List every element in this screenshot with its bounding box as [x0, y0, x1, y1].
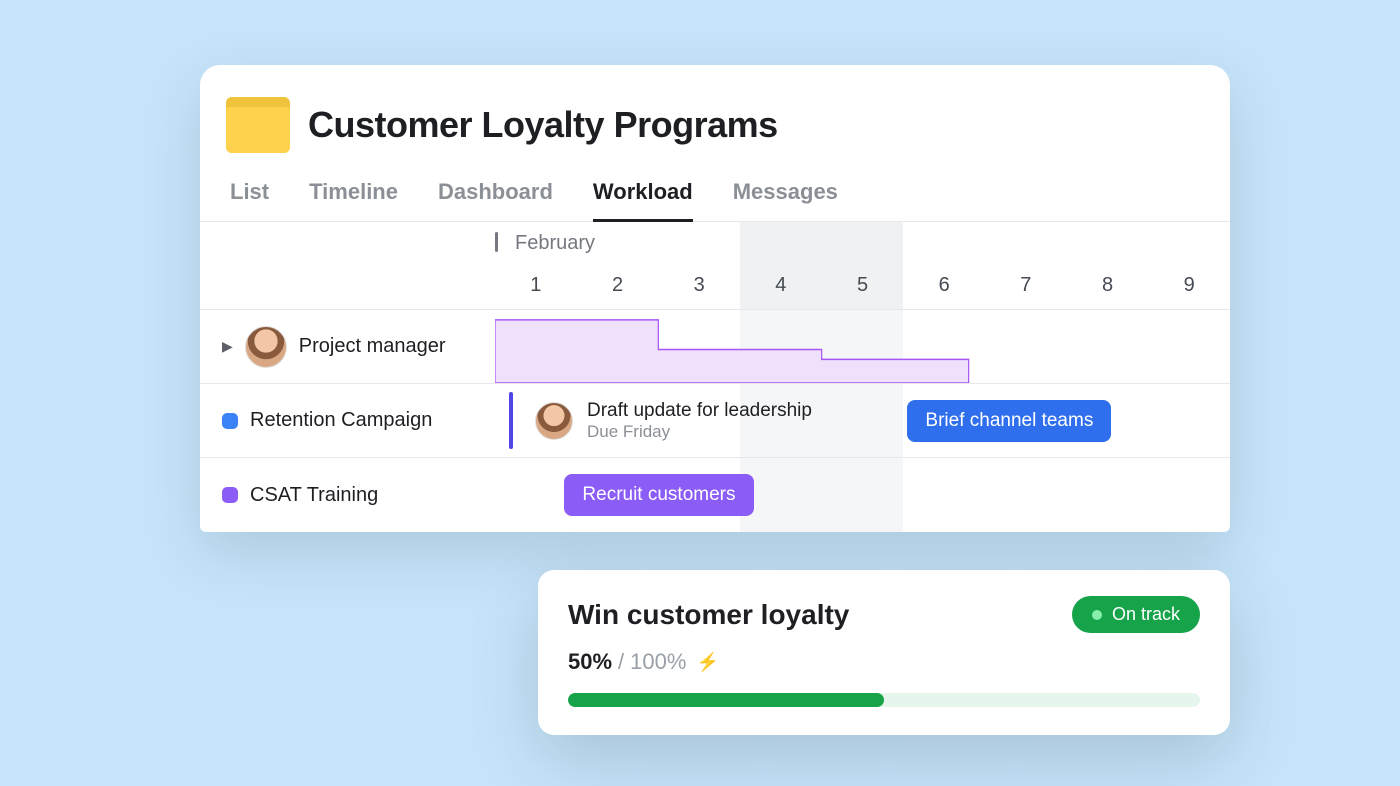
chevron-right-icon[interactable]: ▶ [222, 338, 233, 355]
task-due: Due Friday [587, 422, 812, 442]
status-text: On track [1112, 604, 1180, 625]
day-label: 2 [612, 274, 623, 297]
workload-card: Customer Loyalty Programs List Timeline … [200, 65, 1230, 532]
row-csat-training: CSAT Training Recruit customers [200, 458, 1230, 532]
project-color-dot [222, 487, 238, 503]
row-label-retention[interactable]: Retention Campaign [200, 384, 495, 457]
task-priority-bar [509, 392, 513, 449]
page-title: Customer Loyalty Programs [308, 104, 778, 146]
tab-list[interactable]: List [230, 173, 269, 221]
task-draft-update[interactable]: Draft update for leadership Due Friday [509, 392, 812, 449]
day-label: 1 [530, 274, 541, 297]
status-dot-icon [1092, 610, 1102, 620]
task-recruit-customers[interactable]: Recruit customers [564, 474, 753, 516]
month-tick [495, 232, 498, 252]
day-label: 5 [857, 274, 868, 297]
tab-messages[interactable]: Messages [733, 173, 838, 221]
avatar [245, 326, 287, 368]
task-brief-teams[interactable]: Brief channel teams [907, 400, 1111, 442]
view-tabs: List Timeline Dashboard Workload Message… [200, 173, 1230, 222]
day-label: 3 [694, 274, 705, 297]
avatar [535, 402, 573, 440]
goal-title: Win customer loyalty [568, 599, 849, 631]
goal-card: Win customer loyalty On track 50% / 100%… [538, 570, 1230, 735]
tab-dashboard[interactable]: Dashboard [438, 173, 553, 221]
status-badge[interactable]: On track [1072, 596, 1200, 633]
folder-icon [226, 97, 290, 153]
weekend-shade [740, 458, 903, 532]
card-header: Customer Loyalty Programs [200, 65, 1230, 173]
day-label: 4 [775, 274, 786, 297]
tab-workload[interactable]: Workload [593, 173, 693, 221]
project-name: Retention Campaign [250, 409, 432, 432]
goal-current: 50% [568, 649, 612, 675]
day-label: 8 [1102, 274, 1113, 297]
progress-bar-fill [568, 693, 884, 707]
workload-area [495, 310, 1230, 383]
project-name: CSAT Training [250, 484, 378, 507]
timeline-header: February 1 2 3 4 5 6 7 8 9 [200, 222, 1230, 310]
row-retention-campaign: Retention Campaign Draft update for lead… [200, 384, 1230, 458]
bolt-icon: ⚡ [696, 652, 718, 673]
project-color-dot [222, 413, 238, 429]
person-role: Project manager [299, 335, 446, 358]
goal-total: 100% [630, 649, 686, 675]
day-label: 7 [1020, 274, 1031, 297]
row-label-csat[interactable]: CSAT Training [200, 458, 495, 532]
progress-bar [568, 693, 1200, 707]
row-project-manager: ▶ Project manager [200, 310, 1230, 384]
day-label: 9 [1184, 274, 1195, 297]
row-label-project-manager[interactable]: ▶ Project manager [200, 310, 495, 383]
goal-progress-text: 50% / 100% ⚡ [568, 649, 1200, 675]
tab-timeline[interactable]: Timeline [309, 173, 398, 221]
day-label: 6 [939, 274, 950, 297]
task-title: Draft update for leadership [587, 400, 812, 422]
goal-separator: / [618, 649, 624, 675]
